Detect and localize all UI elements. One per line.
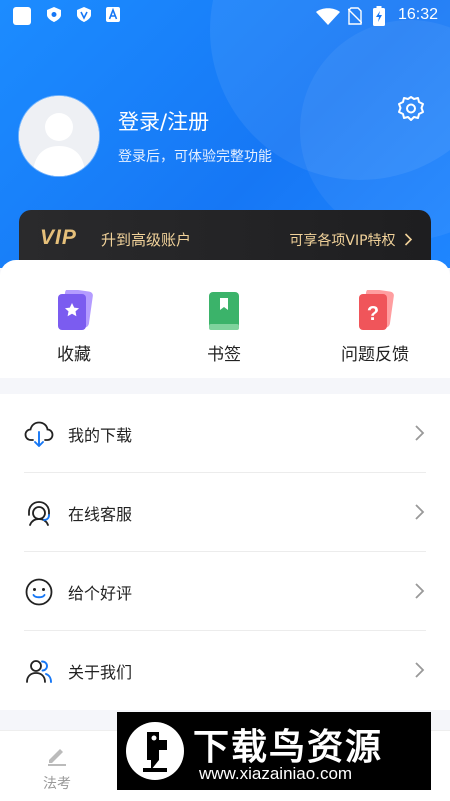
smile-icon bbox=[25, 578, 53, 606]
menu-item-about-us[interactable]: 关于我们 bbox=[0, 631, 450, 710]
question-card-icon: ? bbox=[359, 290, 394, 330]
chevron-right-icon bbox=[415, 504, 425, 520]
gear-icon[interactable] bbox=[396, 94, 426, 124]
chevron-right-icon bbox=[415, 583, 425, 599]
login-hint: 登录后，可体验完整功能 bbox=[118, 149, 272, 165]
battery-charging-icon bbox=[373, 6, 385, 26]
menu-item-rate-us[interactable]: 给个好评 bbox=[0, 552, 450, 631]
text-a-icon bbox=[106, 7, 120, 22]
headset-icon bbox=[28, 501, 50, 526]
chevron-right-icon bbox=[415, 662, 425, 678]
pencil-icon bbox=[48, 749, 66, 766]
menu-item-label: 给个好评 bbox=[68, 584, 133, 603]
shield-icon bbox=[77, 7, 91, 22]
watermark: 下载鸟资源 www.xiazainiao.com bbox=[117, 712, 431, 790]
vip-upgrade-label: 升到高级账户 bbox=[101, 231, 192, 249]
favorites-button[interactable]: 收藏 bbox=[14, 290, 134, 365]
star-card-icon bbox=[58, 290, 93, 330]
bookmarks-button[interactable]: 书签 bbox=[164, 290, 284, 365]
feedback-button[interactable]: ? 问题反馈 bbox=[315, 290, 435, 365]
chevron-right-icon bbox=[415, 425, 425, 441]
users-icon bbox=[26, 660, 52, 683]
menu-item-customer-service[interactable]: 在线客服 bbox=[0, 473, 450, 552]
bookmark-card-icon bbox=[209, 292, 239, 330]
settings-menu: 我的下载 在线客服 给个好评 关于我们 bbox=[0, 394, 450, 710]
login-register-link[interactable]: 登录/注册 bbox=[118, 106, 209, 136]
cloud-download-icon bbox=[24, 421, 54, 447]
app-icon bbox=[13, 7, 31, 25]
vip-privileges-label: 可享各项VIP特权 bbox=[289, 233, 396, 249]
vip-logo: VIP bbox=[40, 226, 77, 249]
chevron-right-icon bbox=[404, 233, 413, 246]
quick-actions: 收藏 书签 ? 问题反馈 bbox=[0, 260, 450, 378]
watermark-url: www.xiazainiao.com bbox=[199, 764, 353, 783]
bookmarks-label: 书签 bbox=[207, 345, 241, 365]
bird-logo-icon bbox=[126, 722, 184, 780]
tab-label: 法考 bbox=[43, 776, 71, 792]
menu-item-downloads[interactable]: 我的下载 bbox=[0, 394, 450, 473]
avatar[interactable] bbox=[19, 96, 99, 176]
menu-item-label: 我的下载 bbox=[68, 426, 133, 445]
favorites-label: 收藏 bbox=[57, 345, 91, 365]
svg-text:?: ? bbox=[367, 303, 379, 325]
menu-item-label: 在线客服 bbox=[68, 505, 133, 524]
vip-privileges-link[interactable]: 可享各项VIP特权 bbox=[289, 230, 413, 250]
wifi-icon bbox=[316, 8, 340, 25]
profile-header: 16:32 登录/注册 登录后，可体验完整功能 VIP 升到高级账户 可享各项V… bbox=[0, 0, 450, 268]
default-avatar-icon bbox=[19, 96, 99, 176]
tab-law-exam[interactable]: 法考 bbox=[30, 743, 84, 793]
watermark-title: 下载鸟资源 bbox=[193, 727, 384, 768]
no-sim-icon bbox=[348, 7, 362, 25]
feedback-label: 问题反馈 bbox=[341, 345, 409, 365]
clock: 16:32 bbox=[397, 6, 438, 23]
menu-item-label: 关于我们 bbox=[68, 663, 133, 682]
vip-upgrade-banner[interactable]: VIP 升到高级账户 可享各项VIP特权 bbox=[19, 210, 431, 266]
status-bar: 16:32 bbox=[0, 0, 450, 32]
shield-icon bbox=[47, 7, 61, 22]
